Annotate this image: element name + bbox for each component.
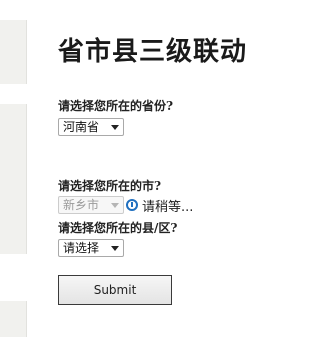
province-select-value: 河南省 [63,120,100,134]
loading-text: 请稍等... [142,199,194,215]
county-label: 请选择您所在的县/区? [58,221,178,235]
province-label: 请选择您所在的省份? [58,99,174,113]
sidebar-panel [0,104,27,254]
loading-indicator: 请稍等... [126,196,194,215]
county-select-value: 请选择 [63,241,100,255]
city-label: 请选择您所在的市? [58,179,162,193]
chevron-down-icon [111,203,119,208]
info-icon [126,199,138,211]
page-title: 省市县三级联动 [58,37,248,67]
sidebar-panel [0,301,27,337]
sidebar-panel [0,20,27,84]
submit-button[interactable]: Submit [58,275,172,305]
county-select[interactable]: 请选择 [58,239,124,257]
chevron-down-icon [111,246,119,251]
city-select[interactable]: 新乡市 [58,196,124,214]
city-select-value: 新乡市 [63,198,100,212]
page: 省市县三级联动 请选择您所在的省份? 河南省 请选择您所在的市? 新乡市 请稍等… [0,0,328,337]
chevron-down-icon [111,125,119,130]
province-select[interactable]: 河南省 [58,118,124,136]
